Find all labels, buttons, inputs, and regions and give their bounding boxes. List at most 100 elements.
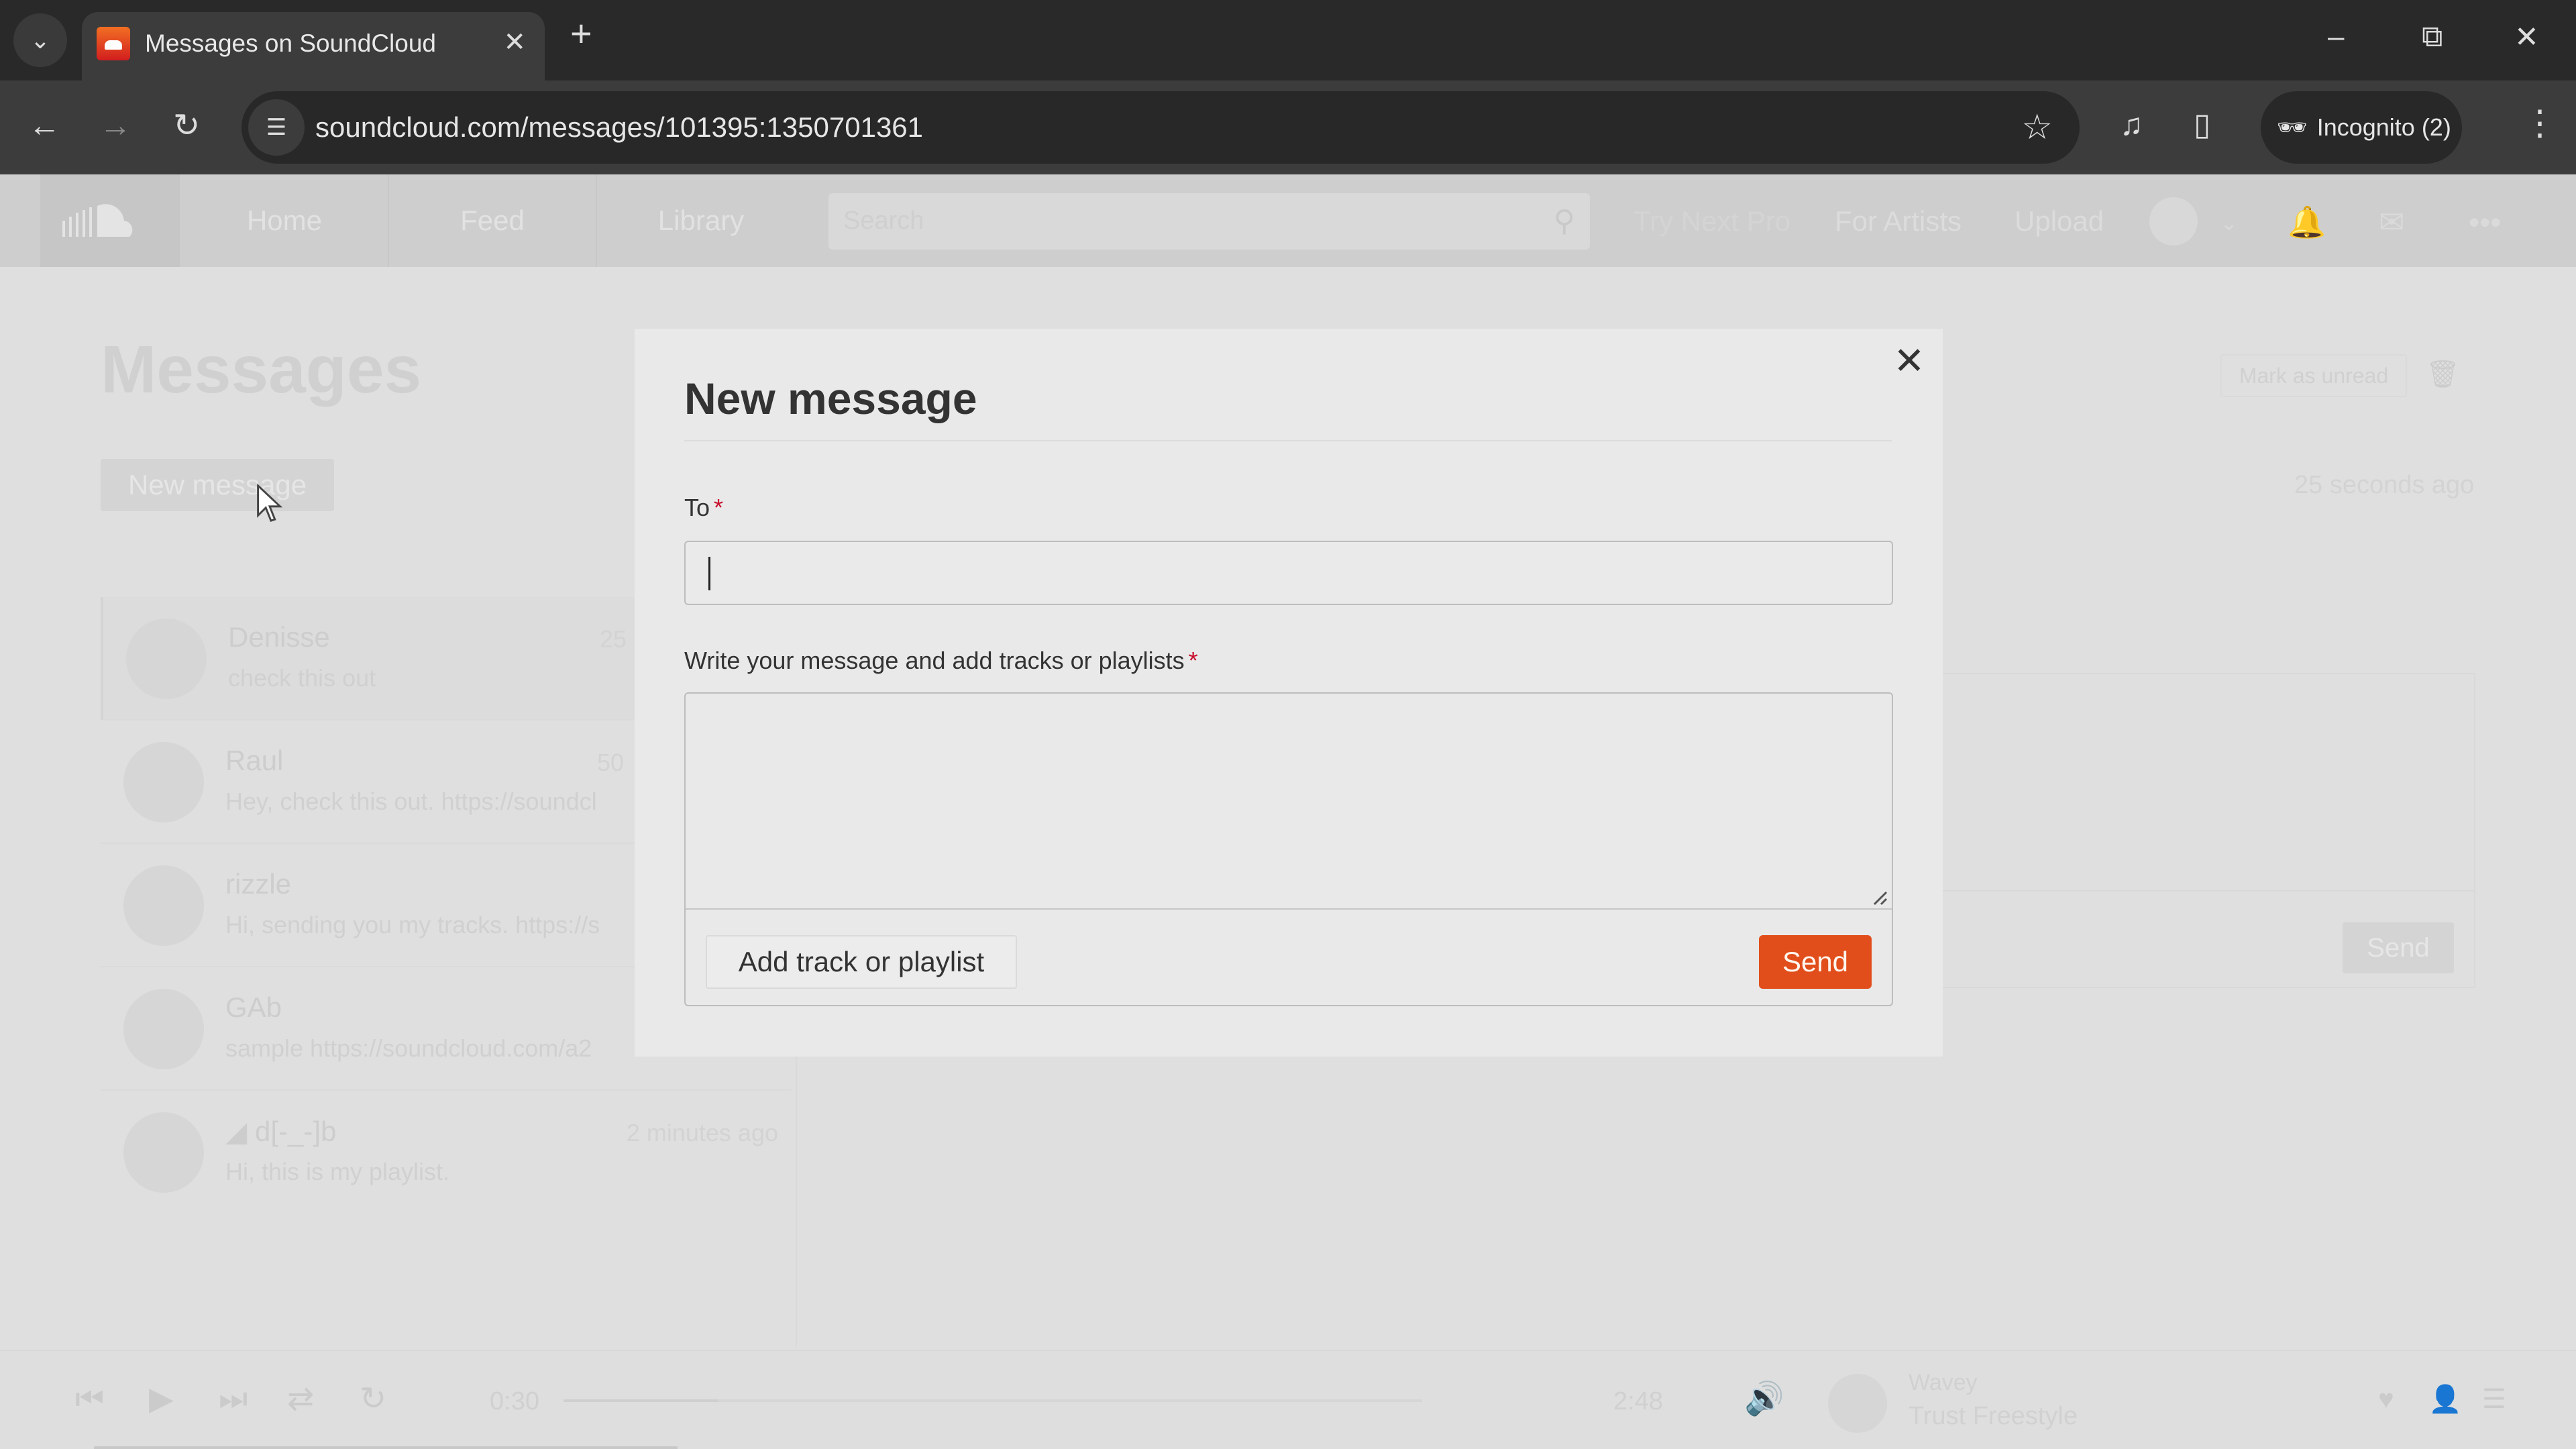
upload-link[interactable]: Upload [2015, 205, 2104, 237]
side-panel-icon[interactable]: ▯ [2194, 106, 2210, 142]
tab-close-icon[interactable]: ✕ [503, 27, 526, 58]
conversation-time: 2 minutes ago [626, 1119, 778, 1146]
user-menu-chevron-icon[interactable]: ⌄ [2220, 212, 2237, 235]
track-artist[interactable]: Wavey [1909, 1370, 1978, 1396]
avatar [126, 619, 207, 699]
reply-send-button[interactable]: Send [2343, 922, 2454, 973]
close-icon[interactable]: ✕ [1890, 342, 1928, 380]
new-tab-button[interactable]: + [570, 15, 592, 52]
conversation-preview: Hi, sending you my tracks. https://s [225, 911, 600, 938]
conversation-name: ◢ d[-_-]b [225, 1115, 336, 1148]
page-title: Messages [101, 332, 422, 407]
thread-timestamp: 25 seconds ago [2294, 471, 2475, 499]
avatar [123, 1112, 204, 1193]
incognito-badge[interactable]: 🕶 Incognito (2) [2261, 91, 2462, 164]
player-bar: ⏮ ▶ ⏭ ⇄ ↻ 0:30 2:48 🔊 Wavey Trust Freest… [0, 1350, 2576, 1449]
tab-title: Messages on SoundCloud [145, 30, 437, 57]
address-bar[interactable]: ☰ soundcloud.com/messages/101395:1350701… [241, 91, 2080, 164]
more-options-icon[interactable]: ••• [2469, 204, 2501, 240]
conversation-name: Raul [225, 745, 284, 776]
reply-box: Send [1939, 673, 2475, 988]
to-label-text: To [684, 494, 710, 521]
conversation-name: rizzle [225, 868, 292, 900]
like-heart-icon[interactable]: ♥ [2378, 1386, 2394, 1413]
restore-icon[interactable]: ⧉ [2422, 20, 2443, 54]
shuffle-icon[interactable]: ⇄ [287, 1383, 314, 1415]
play-icon[interactable]: ▶ [149, 1383, 174, 1415]
nav-library[interactable]: Library [597, 174, 805, 267]
conversation-preview: Hey, check this out. https://soundcl [225, 788, 597, 815]
mouse-cursor-icon [257, 484, 283, 522]
add-track-or-playlist-button[interactable]: Add track or playlist [706, 935, 1017, 989]
dialog-title: New message [684, 374, 977, 423]
browser-tab[interactable]: Messages on SoundCloud ✕ [82, 12, 545, 80]
bookmark-star-icon[interactable]: ☆ [2021, 107, 2053, 148]
nav-feed[interactable]: Feed [389, 174, 597, 267]
duration-time: 2:48 [1613, 1387, 1663, 1415]
to-label: To * [684, 494, 723, 522]
resize-grip-icon[interactable] [1872, 890, 1888, 906]
text-caret [708, 557, 710, 590]
media-control-icon[interactable]: ♫ [2120, 106, 2143, 142]
browser-menu-icon[interactable]: ⋮ [2522, 103, 2557, 144]
progress-fill [564, 1399, 718, 1402]
try-next-pro-link[interactable]: Try Next Pro [1633, 205, 1790, 237]
queue-icon[interactable]: ☰ [2482, 1386, 2506, 1413]
new-message-dialog: ✕ New message To * Write your message and… [635, 329, 1943, 1057]
progress-bar[interactable] [564, 1399, 1422, 1402]
search-input[interactable]: Search ⚲ [828, 193, 1590, 250]
notifications-bell-icon[interactable]: 🔔 [2288, 204, 2326, 241]
conversation-name: Denisse [228, 621, 330, 653]
window-close-icon[interactable]: ✕ [2514, 20, 2539, 54]
unread-flag-icon: ◢ [225, 1116, 255, 1147]
conversation-time: 50 [597, 749, 625, 776]
soundcloud-favicon-icon [97, 27, 130, 60]
dialog-divider [684, 440, 1892, 441]
for-artists-link[interactable]: For Artists [1835, 205, 1962, 237]
incognito-icon: 🕶 [2277, 113, 2308, 141]
elapsed-time: 0:30 [490, 1387, 539, 1415]
reply-textarea[interactable] [1940, 674, 2474, 892]
delete-trash-icon[interactable]: 🗑 [2426, 358, 2460, 390]
track-title[interactable]: Trust Freestyle [1909, 1402, 2078, 1431]
track-artwork[interactable] [1828, 1374, 1887, 1433]
new-message-button[interactable]: New message [101, 459, 334, 511]
required-marker: * [714, 494, 724, 521]
previous-track-icon[interactable]: ⏮ [75, 1383, 104, 1415]
site-info-icon[interactable]: ☰ [248, 99, 305, 156]
mark-as-unread-button[interactable]: Mark as unread [2220, 354, 2407, 397]
follow-user-icon[interactable]: 👤 [2428, 1386, 2462, 1413]
message-label: Write your message and add tracks or pla… [684, 647, 1198, 675]
conversation-item[interactable]: ◢ d[-_-]b 2 minutes ago Hi, this is my p… [101, 1091, 792, 1214]
compose-box: Add track or playlist Send [684, 692, 1893, 1006]
forward-icon[interactable]: → [99, 110, 131, 142]
volume-icon[interactable]: 🔊 [1744, 1383, 1784, 1415]
conversation-time: 25 [600, 625, 627, 653]
conversation-preview: check this out [228, 664, 376, 692]
avatar [123, 865, 204, 946]
message-textarea[interactable] [686, 694, 1892, 910]
reload-icon[interactable]: ↻ [173, 110, 200, 142]
avatar [123, 742, 204, 822]
soundcloud-header: Home Feed Library Search ⚲ Try Next Pro … [0, 174, 2576, 267]
search-icon[interactable]: ⚲ [1554, 204, 1575, 238]
avatar [123, 989, 204, 1069]
soundcloud-logo-icon[interactable] [40, 174, 180, 267]
required-marker: * [1188, 647, 1198, 674]
tab-search-button[interactable]: ⌄ [13, 13, 67, 67]
repeat-icon[interactable]: ↻ [360, 1383, 386, 1415]
user-avatar[interactable] [2149, 197, 2198, 246]
to-recipient-input[interactable] [684, 541, 1893, 605]
browser-toolbar: ← → ↻ ☰ soundcloud.com/messages/101395:1… [0, 80, 2576, 174]
send-button[interactable]: Send [1759, 935, 1872, 989]
chevron-down-icon: ⌄ [30, 26, 51, 54]
messages-envelope-icon[interactable]: ✉ [2379, 204, 2405, 240]
conversation-preview: sample https://soundcloud.com/a2 [225, 1034, 592, 1062]
conversation-name: GAb [225, 991, 282, 1023]
nav-home[interactable]: Home [181, 174, 389, 267]
minimize-icon[interactable]: – [2328, 20, 2344, 54]
url-text[interactable]: soundcloud.com/messages/101395:135070136… [315, 111, 923, 144]
next-track-icon[interactable]: ⏭ [219, 1383, 248, 1415]
back-icon[interactable]: ← [28, 110, 60, 142]
incognito-label: Incognito (2) [2316, 113, 2451, 141]
